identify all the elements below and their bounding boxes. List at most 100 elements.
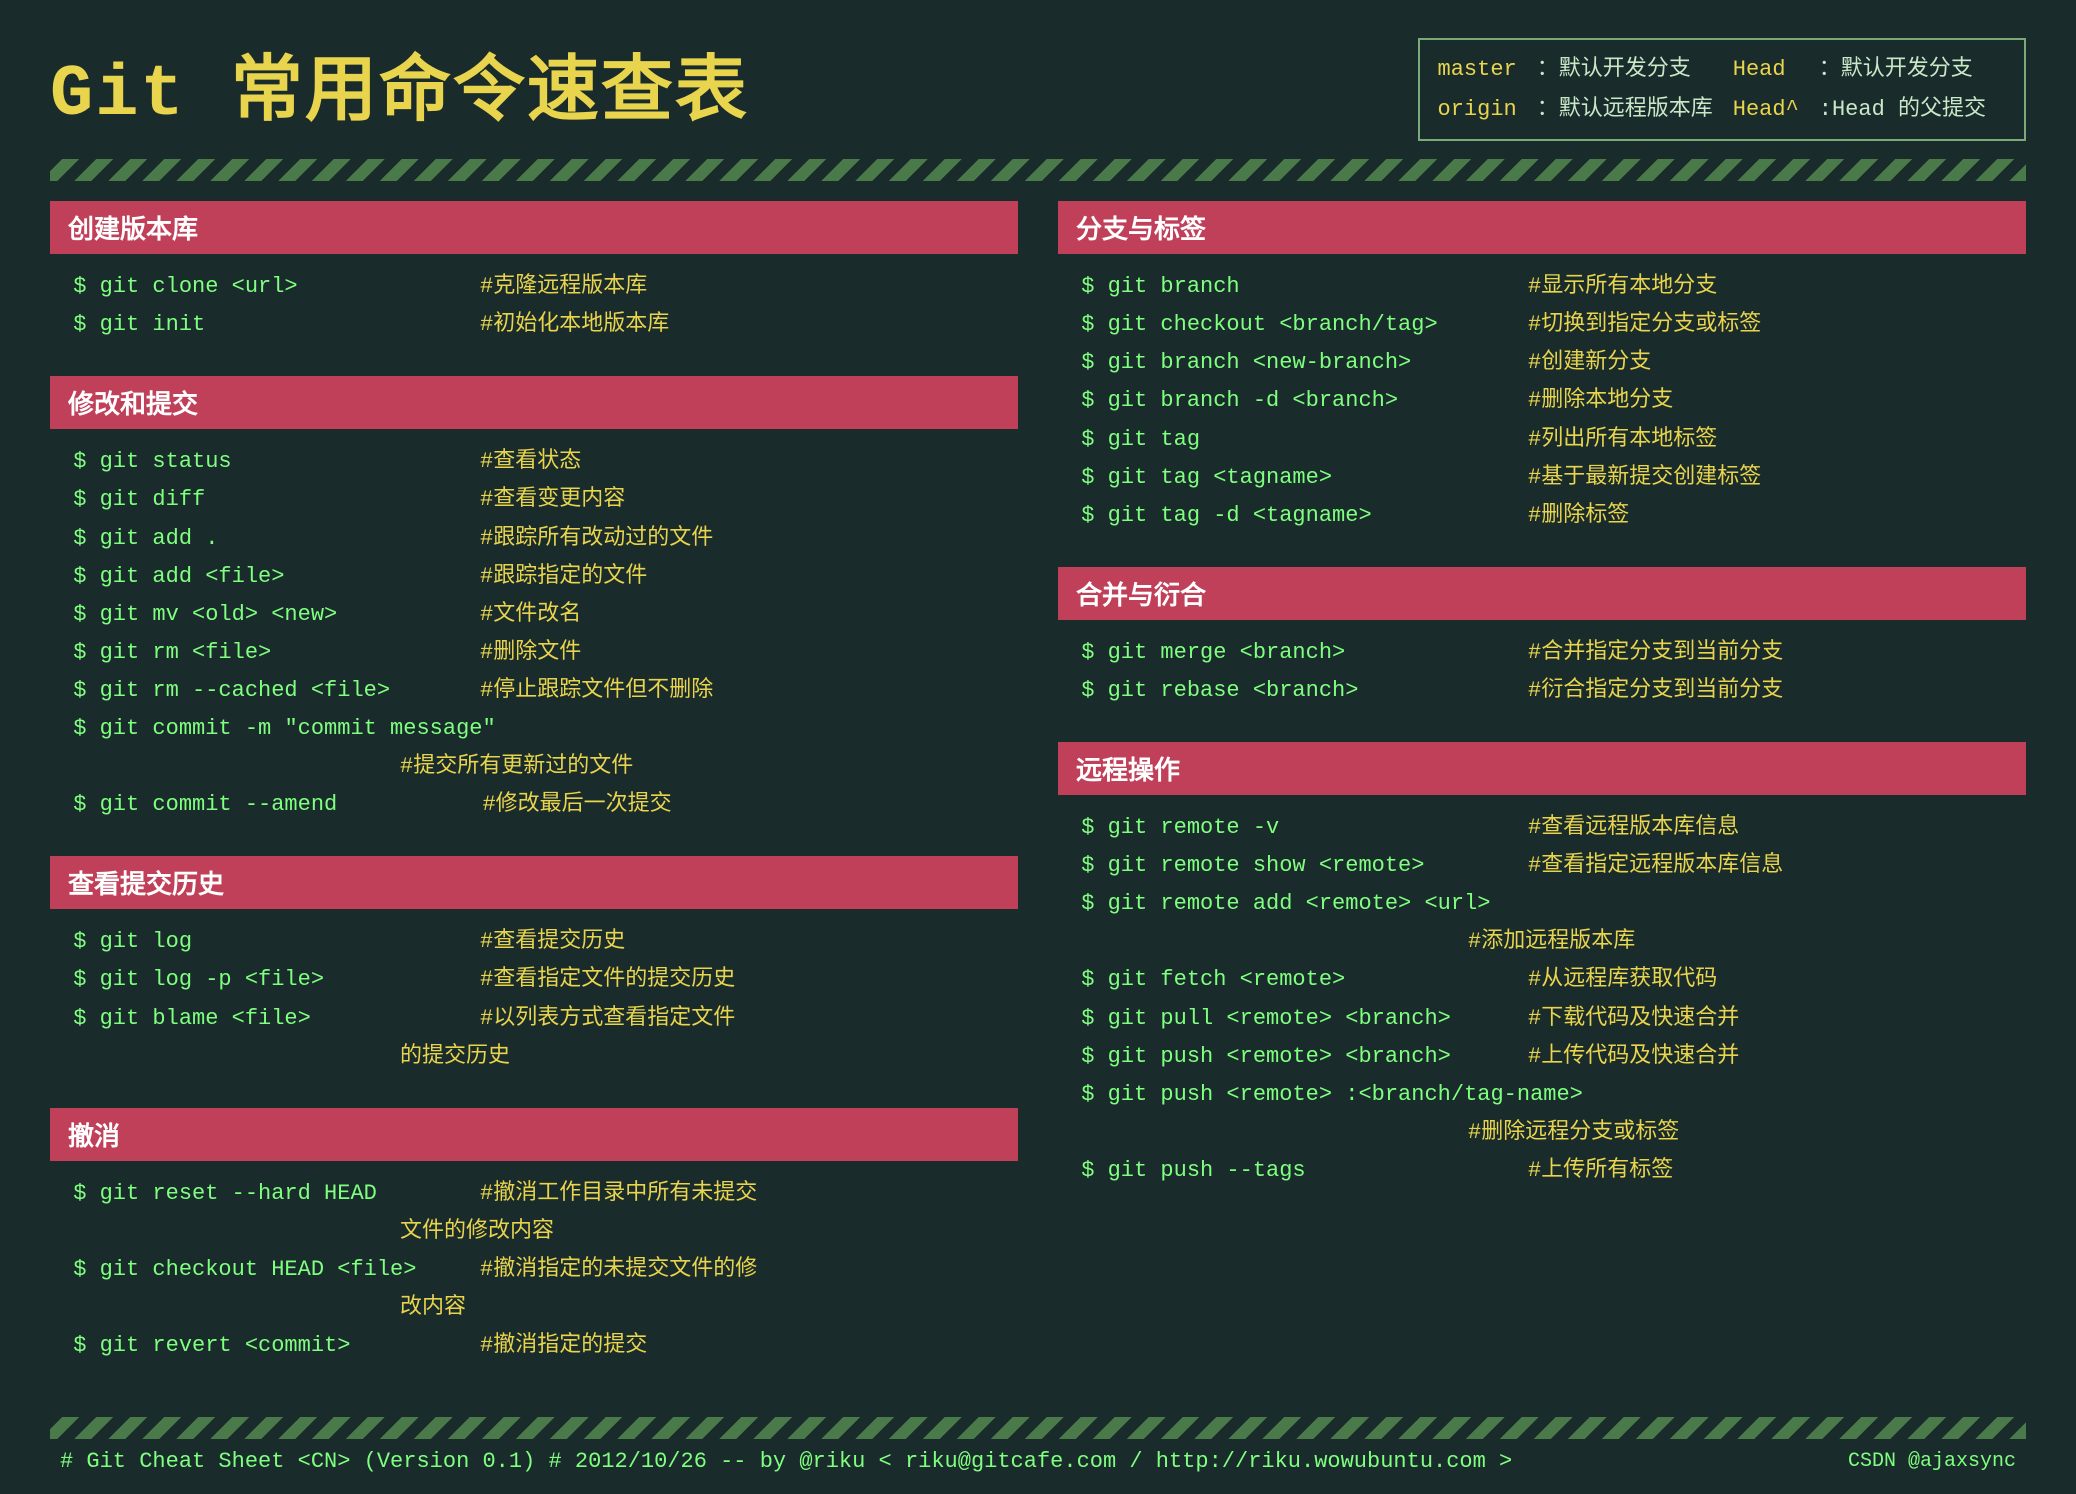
cmd-git-remote-v: $ git remote -v #查看远程版本库信息 bbox=[1068, 811, 2016, 845]
cmd-git-mv: $ git mv <old> <new> #文件改名 bbox=[60, 598, 1008, 632]
section-merge-rebase-title: 合并与衍合 bbox=[1058, 567, 2026, 620]
cmd-git-init-text: $ git init bbox=[60, 308, 480, 342]
cmd-git-blame: $ git blame <file> #以列表方式查看指定文件 bbox=[60, 1002, 1008, 1036]
cmd-git-status-comment: #查看状态 bbox=[480, 445, 581, 479]
cmd-git-rm-cached: $ git rm --cached <file> #停止跟踪文件但不删除 bbox=[60, 674, 1008, 708]
section-view-history: 查看提交历史 $ git log #查看提交历史 $ git log -p <f… bbox=[50, 856, 1018, 1083]
cmd-git-add-dot-comment: #跟踪所有改动过的文件 bbox=[480, 522, 713, 556]
cmd-git-log-p: $ git log -p <file> #查看指定文件的提交历史 bbox=[60, 963, 1008, 997]
cmd-git-reset: $ git reset --hard HEAD #撤消工作目录中所有未提交 bbox=[60, 1177, 1008, 1211]
cmd-git-commit-m-comment: #提交所有更新过的文件 bbox=[60, 750, 1008, 784]
section-remote-title: 远程操作 bbox=[1058, 742, 2026, 795]
cmd-git-commit-amend: $ git commit --amend #修改最后一次提交 bbox=[60, 788, 1008, 822]
cmd-git-merge-text: $ git merge <branch> bbox=[1068, 636, 1528, 670]
cmd-git-blame-cont-text: 的提交历史 bbox=[60, 1040, 510, 1074]
cmd-git-revert: $ git revert <commit> #撤消指定的提交 bbox=[60, 1329, 1008, 1363]
cmd-git-log-text: $ git log bbox=[60, 925, 480, 959]
footer-right: CSDN @ajaxsync bbox=[1848, 1450, 2016, 1473]
cmd-git-fetch-comment: #从远程库获取代码 bbox=[1528, 963, 1717, 997]
cmd-git-diff-text: $ git diff bbox=[60, 483, 480, 517]
cmd-git-commit-amend-comment: #修改最后一次提交 bbox=[482, 788, 671, 822]
cmd-git-push-delete-comment-text: #删除远程分支或标签 bbox=[1068, 1116, 1679, 1150]
legend-val-origin: ：默认远程版本库 bbox=[1537, 90, 1733, 130]
section-undo: 撤消 $ git reset --hard HEAD #撤消工作目录中所有未提交… bbox=[50, 1108, 1018, 1373]
cmd-git-add-dot: $ git add . #跟踪所有改动过的文件 bbox=[60, 522, 1008, 556]
cmd-git-blame-comment: #以列表方式查看指定文件 bbox=[480, 1002, 735, 1036]
cmd-git-branch-text: $ git branch bbox=[1068, 270, 1528, 304]
cmd-git-checkout-head-comment: #撤消指定的未提交文件的修 bbox=[480, 1253, 757, 1287]
cmd-git-add-file-text: $ git add <file> bbox=[60, 560, 480, 594]
cmd-git-rm-comment: #删除文件 bbox=[480, 636, 581, 670]
cmd-git-pull: $ git pull <remote> <branch> #下载代码及快速合并 bbox=[1068, 1002, 2016, 1036]
cmd-git-status: $ git status #查看状态 bbox=[60, 445, 1008, 479]
cmd-git-tag-name-text: $ git tag <tagname> bbox=[1068, 461, 1528, 495]
left-column: 创建版本库 $ git clone <url> #克隆远程版本库 $ git i… bbox=[50, 201, 1018, 1397]
cmd-git-remote-show-comment: #查看指定远程版本库信息 bbox=[1528, 849, 1783, 883]
section-create-repo: 创建版本库 $ git clone <url> #克隆远程版本库 $ git i… bbox=[50, 201, 1018, 352]
cmd-git-revert-text: $ git revert <commit> bbox=[60, 1329, 480, 1363]
cmd-git-tag-d-comment: #删除标签 bbox=[1528, 499, 1629, 533]
cmd-git-merge-comment: #合并指定分支到当前分支 bbox=[1528, 636, 1783, 670]
cmd-git-remote-show-text: $ git remote show <remote> bbox=[1068, 849, 1528, 883]
cmd-git-merge: $ git merge <branch> #合并指定分支到当前分支 bbox=[1068, 636, 2016, 670]
cmd-git-tag-name: $ git tag <tagname> #基于最新提交创建标签 bbox=[1068, 461, 2016, 495]
cmd-git-push-delete-text: $ git push <remote> :<branch/tag-name> bbox=[1068, 1078, 1583, 1112]
cmd-git-branch-d-text: $ git branch -d <branch> bbox=[1068, 384, 1528, 418]
cmd-git-remote-add-text: $ git remote add <remote> <url> bbox=[1068, 887, 1490, 921]
cmd-git-branch: $ git branch #显示所有本地分支 bbox=[1068, 270, 2016, 304]
section-view-history-body: $ git log #查看提交历史 $ git log -p <file> #查… bbox=[50, 919, 1018, 1083]
cmd-git-remote-v-text: $ git remote -v bbox=[1068, 811, 1528, 845]
footer: # Git Cheat Sheet <CN> (Version 0.1) # 2… bbox=[50, 1449, 2026, 1474]
cmd-git-commit-m-text: $ git commit -m "commit message" bbox=[60, 712, 496, 746]
cmd-git-branch-new: $ git branch <new-branch> #创建新分支 bbox=[1068, 346, 2016, 380]
cmd-git-push-text: $ git push <remote> <branch> bbox=[1068, 1040, 1528, 1074]
cmd-git-checkout-head-cont-text: 改内容 bbox=[60, 1291, 466, 1325]
cmd-git-fetch-text: $ git fetch <remote> bbox=[1068, 963, 1528, 997]
section-merge-rebase: 合并与衍合 $ git merge <branch> #合并指定分支到当前分支 … bbox=[1058, 567, 2026, 718]
cmd-git-branch-new-comment: #创建新分支 bbox=[1528, 346, 1651, 380]
cmd-git-checkout-branch-comment: #切换到指定分支或标签 bbox=[1528, 308, 1761, 342]
cmd-git-tag-name-comment: #基于最新提交创建标签 bbox=[1528, 461, 1761, 495]
section-modify-commit: 修改和提交 $ git status #查看状态 $ git diff #查看变… bbox=[50, 376, 1018, 832]
cmd-git-rm-cached-comment: #停止跟踪文件但不删除 bbox=[480, 674, 713, 708]
cmd-git-rm-cached-text: $ git rm --cached <file> bbox=[60, 674, 480, 708]
cmd-git-checkout-branch-text: $ git checkout <branch/tag> bbox=[1068, 308, 1528, 342]
cmd-git-commit-amend-text: $ git commit --amend bbox=[60, 788, 482, 822]
cmd-git-diff: $ git diff #查看变更内容 bbox=[60, 483, 1008, 517]
cmd-git-pull-comment: #下载代码及快速合并 bbox=[1528, 1002, 1739, 1036]
legend-val-head: ：默认开发分支 bbox=[1819, 50, 2006, 90]
section-modify-commit-body: $ git status #查看状态 $ git diff #查看变更内容 $ … bbox=[50, 439, 1018, 832]
cmd-git-log: $ git log #查看提交历史 bbox=[60, 925, 1008, 959]
cmd-git-clone-comment: #克隆远程版本库 bbox=[480, 270, 647, 304]
cmd-git-branch-d-comment: #删除本地分支 bbox=[1528, 384, 1673, 418]
cmd-git-push: $ git push <remote> <branch> #上传代码及快速合并 bbox=[1068, 1040, 2016, 1074]
cmd-git-add-file: $ git add <file> #跟踪指定的文件 bbox=[60, 560, 1008, 594]
cmd-git-push-delete: $ git push <remote> :<branch/tag-name> bbox=[1068, 1078, 2016, 1112]
cmd-git-remote-v-comment: #查看远程版本库信息 bbox=[1528, 811, 1739, 845]
legend-val-master: ：默认开发分支 bbox=[1537, 50, 1733, 90]
cmd-git-rebase: $ git rebase <branch> #衍合指定分支到当前分支 bbox=[1068, 674, 2016, 708]
top-divider bbox=[50, 159, 2026, 181]
cmd-git-branch-d: $ git branch -d <branch> #删除本地分支 bbox=[1068, 384, 2016, 418]
section-branch-tag-title: 分支与标签 bbox=[1058, 201, 2026, 254]
cmd-git-reset-cont-text: 文件的修改内容 bbox=[60, 1215, 554, 1249]
section-modify-commit-title: 修改和提交 bbox=[50, 376, 1018, 429]
cmd-git-log-p-comment: #查看指定文件的提交历史 bbox=[480, 963, 735, 997]
cmd-git-branch-comment: #显示所有本地分支 bbox=[1528, 270, 1717, 304]
cmd-git-log-comment: #查看提交历史 bbox=[480, 925, 625, 959]
cmd-git-push-tags-comment: #上传所有标签 bbox=[1528, 1154, 1673, 1188]
legend-key-origin: origin bbox=[1438, 97, 1517, 122]
main-content: 创建版本库 $ git clone <url> #克隆远程版本库 $ git i… bbox=[50, 201, 2026, 1397]
cmd-git-remote-add-comment: #添加远程版本库 bbox=[1068, 925, 2016, 959]
cmd-git-checkout-head-cont: 改内容 bbox=[60, 1291, 1008, 1325]
cmd-git-add-file-comment: #跟踪指定的文件 bbox=[480, 560, 647, 594]
cmd-git-rm: $ git rm <file> #删除文件 bbox=[60, 636, 1008, 670]
section-view-history-title: 查看提交历史 bbox=[50, 856, 1018, 909]
cmd-git-clone-text: $ git clone <url> bbox=[60, 270, 480, 304]
legend-box: master ：默认开发分支 Head ：默认开发分支 origin ：默认远程… bbox=[1418, 38, 2026, 141]
cmd-git-rm-text: $ git rm <file> bbox=[60, 636, 480, 670]
section-branch-tag-body: $ git branch #显示所有本地分支 $ git checkout <b… bbox=[1058, 264, 2026, 543]
legend-key-master: master bbox=[1438, 57, 1517, 82]
cmd-git-reset-cont: 文件的修改内容 bbox=[60, 1215, 1008, 1249]
section-remote: 远程操作 $ git remote -v #查看远程版本库信息 $ git re… bbox=[1058, 742, 2026, 1198]
